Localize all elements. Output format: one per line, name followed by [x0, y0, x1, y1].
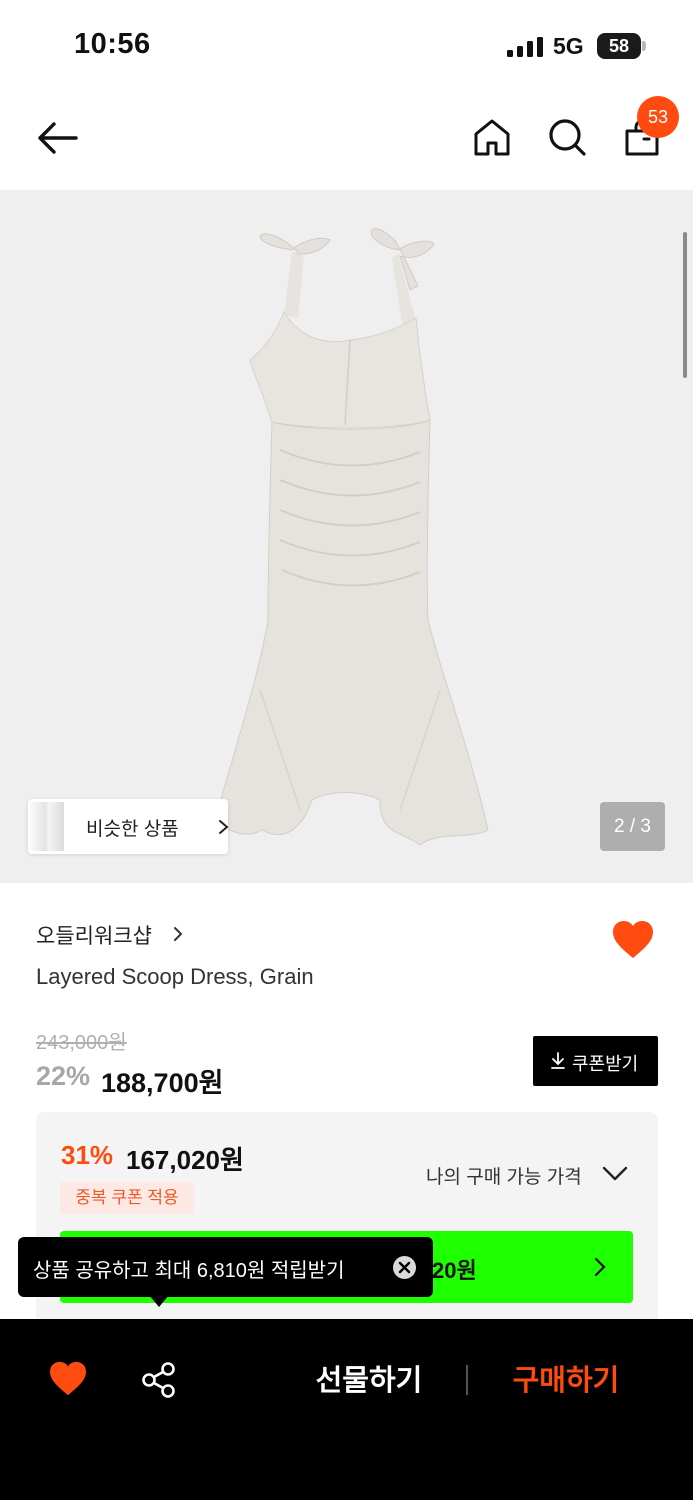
- download-icon: [551, 1052, 565, 1069]
- product-image-carousel[interactable]: 비슷한 상품 2 / 3: [0, 190, 693, 883]
- coupon-label: 쿠폰받기: [572, 1054, 639, 1074]
- battery-tip: [642, 41, 646, 51]
- my-price: 167,020원: [126, 1145, 244, 1175]
- header: [0, 90, 693, 190]
- tooltip-text: 상품 공유하고 최대 6,810원 적립받기: [33, 1260, 345, 1282]
- home-icon[interactable]: [472, 117, 512, 157]
- my-price-label[interactable]: 나의 구매 가능 가격: [426, 1162, 582, 1189]
- buy-button[interactable]: 구매하기: [497, 1359, 635, 1403]
- gift-button[interactable]: 선물하기: [300, 1359, 438, 1403]
- share-icon[interactable]: [140, 1361, 178, 1399]
- bottom-action-bar: 선물하기 구매하기: [0, 1319, 693, 1500]
- chevron-down-icon[interactable]: [602, 1165, 628, 1183]
- image-scrollbar: [683, 232, 687, 378]
- close-icon[interactable]: [393, 1256, 416, 1279]
- cart-count-badge: 53: [637, 96, 679, 138]
- purchase-price-text: 20원: [432, 1258, 477, 1283]
- share-reward-tooltip: 상품 공유하고 최대 6,810원 적립받기: [18, 1237, 433, 1307]
- arrow-left-icon[interactable]: [34, 118, 80, 158]
- brand-link[interactable]: 오들리워크샵: [36, 920, 152, 950]
- product-name: Layered Scoop Dress, Grain: [36, 964, 314, 989]
- coupon-applied-tag: 중복 쿠폰 적용: [60, 1182, 194, 1214]
- similar-thumbnail: [30, 802, 64, 851]
- signal-icon: [507, 37, 543, 57]
- divider: [466, 1365, 468, 1395]
- chevron-right-icon: [174, 927, 183, 941]
- product-photo: [214, 228, 489, 846]
- search-icon[interactable]: [547, 117, 587, 157]
- status-bar: 10:56 5G 58: [0, 0, 693, 90]
- my-price-box: 31% 167,020원 나의 구매 가능 가격 중복 쿠폰 적용 20원: [36, 1112, 658, 1332]
- sale-price: 188,700원: [101, 1068, 224, 1098]
- network-label: 5G: [553, 33, 584, 59]
- similar-products-button[interactable]: 비슷한 상품: [28, 799, 229, 854]
- chevron-right-icon: [219, 820, 229, 834]
- original-price: 243,000원: [36, 1032, 127, 1054]
- image-page-indicator: 2 / 3: [600, 802, 665, 851]
- heart-icon[interactable]: [48, 1361, 88, 1397]
- heart-icon[interactable]: [611, 920, 655, 960]
- similar-products-label: 비슷한 상품: [86, 819, 179, 840]
- battery-icon: 58: [597, 33, 641, 59]
- status-time: 10:56: [74, 28, 151, 60]
- tooltip-arrow: [149, 1295, 169, 1307]
- discount-rate: 22%: [36, 1061, 91, 1091]
- coupon-download-button[interactable]: 쿠폰받기: [533, 1036, 658, 1086]
- chevron-right-icon: [594, 1257, 606, 1277]
- my-discount-rate: 31%: [61, 1140, 114, 1170]
